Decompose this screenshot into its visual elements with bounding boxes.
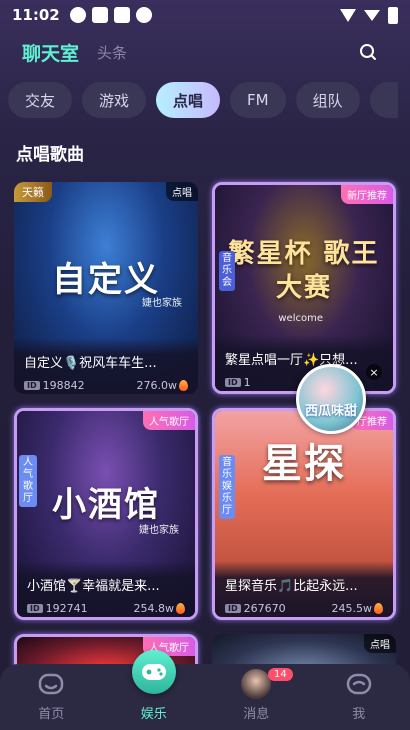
room-card[interactable]: 繁星杯 歌王大赛 welcome 音乐会 新厅推荐 繁星点唱一厅✨只想... I…: [212, 182, 396, 394]
app-notification-icon: [91, 7, 108, 23]
room-type-tag: 新厅推荐: [341, 185, 393, 204]
status-notification-icons: [69, 7, 152, 23]
search-icon: [360, 44, 376, 60]
room-name: 小酒馆🍸幸福就是来...: [27, 579, 160, 594]
status-bar: 11:02: [0, 0, 410, 30]
room-name: 自定义🎙️祝风车车生...: [24, 356, 157, 371]
cover-subtitle: 婕也家族: [139, 525, 179, 536]
close-icon[interactable]: ×: [366, 364, 382, 380]
avatar: [241, 669, 272, 699]
cover-title: 繁星杯 歌王大赛: [228, 239, 380, 303]
category-tab-games[interactable]: 游戏: [82, 82, 147, 118]
cover-title: 星探: [262, 441, 346, 487]
square-notification-icon: [113, 7, 130, 23]
id-icon: ID: [225, 378, 241, 387]
top-header: 聊天室 头条: [0, 36, 410, 68]
id-icon: ID: [24, 381, 40, 390]
room-type-tag: 点唱: [166, 182, 198, 201]
flame-icon: [179, 380, 188, 391]
category-tab-team[interactable]: 组队: [295, 82, 360, 118]
wifi-icon: [340, 8, 356, 22]
room-name: 繁星点唱一厅✨只想...: [225, 353, 358, 368]
room-type-tag: 点唱: [364, 634, 396, 653]
cover-subtitle: 婕也家族: [142, 298, 182, 309]
category-tab-social[interactable]: 交友: [8, 82, 73, 118]
alert-icon: [69, 7, 86, 23]
heat-value: 245.5w: [331, 602, 373, 615]
room-id: 267670: [243, 602, 286, 615]
category-tab-karaoke[interactable]: 点唱: [156, 82, 221, 118]
nav-entertainment-label: 娱乐: [140, 707, 167, 722]
side-label: 音乐会: [219, 251, 235, 291]
category-tab-more[interactable]: [369, 82, 398, 118]
room-id: 198842: [42, 379, 85, 392]
alert-icon-2: [135, 7, 152, 23]
nav-me-label: 我: [352, 707, 366, 722]
flame-icon: [176, 603, 185, 614]
room-info: 自定义🎙️祝风车车生... ID 198842 276.0w: [14, 338, 198, 394]
room-card[interactable]: 自定义 婕也家族 天籁 点唱 自定义🎙️祝风车车生... ID 198842 2…: [14, 182, 198, 394]
nav-entertainment[interactable]: 娱乐: [103, 650, 206, 730]
cover-subtitle: welcome: [278, 313, 323, 324]
bottom-nav: 首页 娱乐 消息 我 14: [0, 650, 410, 730]
gamepad-icon: [141, 664, 166, 680]
status-time: 11:02: [12, 6, 60, 24]
nav-messages-label: 消息: [243, 707, 270, 722]
signal-icon: [364, 9, 380, 21]
room-card[interactable]: 星探 音乐娱乐厅 厅推荐 星探音乐🎵比起永远... ID 267670 245.…: [212, 408, 396, 620]
unread-badge: 14: [268, 668, 293, 681]
side-label: 人气歌厅: [19, 455, 37, 507]
cover-title: 小酒馆: [52, 485, 160, 525]
floating-room-bubble[interactable]: 西瓜味甜: [296, 364, 366, 434]
bubble-label: 西瓜味甜: [304, 404, 357, 419]
room-info: 小酒馆🍸幸福就是来... ID 192741 254.8w: [17, 561, 195, 617]
heat-value: 1: [243, 376, 251, 389]
nav-home[interactable]: 首页: [0, 664, 103, 730]
room-card[interactable]: 小酒馆 婕也家族 人气歌厅 人气歌厅 小酒馆🍸幸福就是来... ID 19274…: [14, 408, 198, 620]
nav-active-circle: [131, 650, 176, 694]
tab-chatroom[interactable]: 聊天室: [22, 39, 79, 66]
heat-value: 276.0w: [136, 379, 178, 392]
profile-icon: [346, 673, 371, 695]
id-icon: ID: [225, 604, 241, 613]
heat-value: 254.8w: [133, 602, 175, 615]
id-icon: ID: [27, 604, 43, 613]
tab-headlines[interactable]: 头条: [97, 42, 127, 63]
search-button[interactable]: [348, 37, 388, 67]
battery-icon: [388, 6, 398, 24]
home-icon: [39, 673, 64, 695]
section-title: 点唱歌曲: [16, 145, 84, 165]
room-name: 星探音乐🎵比起永远...: [225, 579, 358, 594]
category-tabs: 交友 游戏 点唱 FM 组队: [8, 82, 410, 120]
room-info: 星探音乐🎵比起永远... ID 267670 245.5w: [215, 561, 393, 617]
nav-me[interactable]: 我: [308, 664, 410, 730]
flame-icon: [374, 603, 383, 614]
category-tab-fm[interactable]: FM: [230, 82, 286, 118]
room-type-tag: 人气歌厅: [143, 411, 195, 430]
quality-tag: 天籁: [14, 182, 52, 202]
room-id: 192741: [45, 602, 88, 615]
nav-home-label: 首页: [38, 707, 65, 722]
side-label: 音乐娱乐厅: [219, 455, 235, 519]
